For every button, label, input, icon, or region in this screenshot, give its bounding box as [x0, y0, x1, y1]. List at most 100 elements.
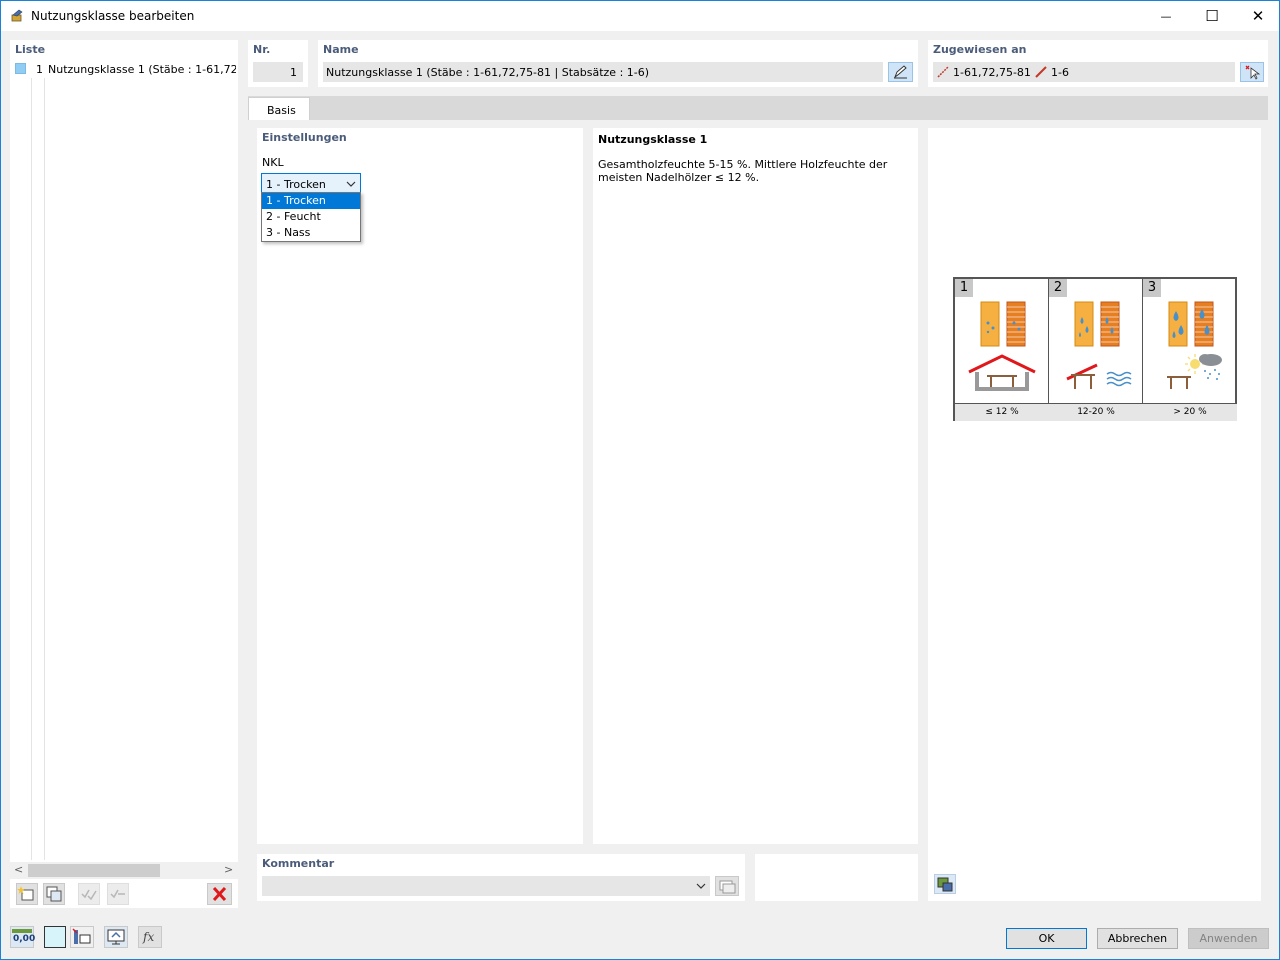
check-icon [81, 889, 97, 901]
comment-library-icon [719, 880, 736, 894]
delete-button[interactable] [207, 883, 232, 905]
assigned-field[interactable]: 1-61,72,75-81 1-6 [933, 62, 1235, 82]
color-button[interactable] [44, 926, 66, 948]
nr-panel: Nr. 1 [248, 40, 308, 87]
figure-options-button[interactable] [934, 874, 956, 894]
horizontal-scrollbar[interactable]: < > [10, 862, 238, 879]
service-class-figure: 1 ≤ 12 % 2 12-20 % 3 > 20 % [953, 277, 1237, 421]
list-item[interactable]: 1 Nutzungsklasse 1 (Stäbe : 1-61,72,75- [12, 61, 236, 78]
assigned-member-sets: 1-6 [1051, 66, 1069, 79]
copy-item-button[interactable] [43, 883, 65, 905]
member-set-icon [1035, 66, 1047, 78]
comment-library-button[interactable] [715, 876, 739, 896]
tree-line [44, 78, 45, 860]
close-icon: ✕ [1251, 7, 1265, 25]
comment-input[interactable] [262, 876, 710, 896]
function-button[interactable]: fx [138, 926, 162, 948]
nkl-label: NKL [262, 156, 284, 169]
apply-button[interactable]: Anwenden [1188, 928, 1269, 949]
list-header: Liste [15, 43, 46, 56]
info-panel: Nutzungsklasse 1 Gesamtholzfeuchte 5-15 … [593, 128, 918, 844]
apply-label: Anwenden [1199, 932, 1258, 945]
tab-basis[interactable]: Basis [248, 97, 310, 121]
humid-covered-illustration [1066, 301, 1132, 389]
panel-3-label: > 20 % [1143, 403, 1237, 421]
list-item-label: Nutzungsklasse 1 (Stäbe : 1-61,72,75- [48, 63, 236, 76]
nr-value: 1 [290, 66, 297, 79]
nkl-select[interactable]: 1 - Trocken [261, 173, 361, 193]
name-header: Name [323, 43, 359, 56]
minimize-button[interactable]: — [1143, 1, 1189, 31]
select-in-graphic-button[interactable] [1240, 62, 1264, 82]
monitor-view-icon [107, 929, 125, 945]
scroll-right-icon[interactable]: > [224, 863, 233, 876]
cancel-button[interactable]: Abbrechen [1097, 928, 1178, 949]
app-icon [11, 9, 23, 22]
title-bar: Nutzungsklasse bearbeiten — ☐ ✕ [0, 0, 1280, 31]
nkl-option-1[interactable]: 1 - Trocken [262, 193, 360, 209]
info-text: Gesamtholzfeuchte 5-15 %. Mittlere Holzf… [598, 158, 888, 184]
uncheck-button[interactable] [107, 883, 129, 905]
nkl-option-3[interactable]: 3 - Nass [262, 225, 360, 241]
wet-outdoor-illustration [1167, 301, 1222, 389]
panel-2-label: 12-20 % [1049, 403, 1143, 421]
units-text: 0,00 [13, 934, 36, 944]
figure-panel: 1 ≤ 12 % 2 12-20 % 3 > 20 % [928, 128, 1261, 901]
settings-header: Einstellungen [262, 131, 347, 144]
assigned-header: Zugewiesen an [933, 43, 1027, 56]
new-item-button[interactable] [16, 883, 38, 905]
view-button[interactable] [104, 926, 128, 948]
comment-panel: Kommentar [257, 854, 745, 901]
cancel-label: Abbrechen [1107, 932, 1168, 945]
picture-options-icon [937, 877, 953, 892]
name-value: Nutzungsklasse 1 (Stäbe : 1-61,72,75-81 … [326, 66, 650, 79]
nkl-selected-value: 1 - Trocken [266, 178, 326, 191]
assigned-members: 1-61,72,75-81 [953, 66, 1031, 79]
function-icon: fx [143, 930, 155, 944]
edit-name-button[interactable] [888, 62, 913, 82]
check-all-button[interactable] [78, 883, 100, 905]
color-swatch-icon [15, 63, 26, 74]
scroll-left-icon[interactable]: < [14, 863, 23, 876]
minimize-icon: — [1160, 9, 1172, 23]
nr-header: Nr. [253, 43, 271, 56]
info-title: Nutzungsklasse 1 [598, 133, 708, 146]
chevron-down-icon [346, 181, 356, 187]
tab-basis-label: Basis [267, 104, 296, 117]
figure-panel-2: 2 12-20 % [1049, 279, 1143, 421]
member-icon [937, 66, 949, 78]
tree-line [31, 78, 32, 860]
nkl-dropdown-list: 1 - Trocken 2 - Feucht 3 - Nass [261, 192, 361, 242]
ok-button[interactable]: OK [1006, 928, 1087, 949]
pick-cursor-icon [1245, 65, 1261, 80]
assigned-panel: Zugewiesen an 1-61,72,75-81 1-6 [928, 40, 1268, 87]
nkl-option-2[interactable]: 2 - Feucht [262, 209, 360, 225]
display-properties-button[interactable] [70, 926, 94, 948]
edit-pencil-icon [893, 65, 907, 79]
settings-panel: Einstellungen NKL 1 - Trocken 1 - Trocke… [257, 128, 583, 844]
ok-label: OK [1038, 932, 1055, 945]
list-item-number: 1 [36, 63, 43, 76]
scrollbar-thumb[interactable] [28, 864, 160, 877]
nr-field[interactable]: 1 [253, 62, 303, 82]
new-item-icon [17, 886, 34, 901]
maximize-button[interactable]: ☐ [1189, 1, 1235, 31]
copy-icon [46, 886, 62, 902]
comment-extra-panel [755, 854, 918, 901]
delete-icon [212, 886, 227, 902]
maximize-icon: ☐ [1205, 7, 1219, 25]
comment-header: Kommentar [262, 857, 335, 870]
units-button[interactable]: 0,00 [10, 926, 36, 948]
list-panel: Liste 1 Nutzungsklasse 1 (Stäbe : 1-61,7… [10, 40, 238, 908]
dry-indoor-illustration [968, 301, 1036, 391]
panel-1-label: ≤ 12 % [955, 403, 1049, 421]
figure-panel-1: 1 ≤ 12 % [955, 279, 1049, 421]
chevron-down-icon [696, 883, 706, 889]
figure-panel-3: 3 > 20 % [1143, 279, 1237, 421]
close-button[interactable]: ✕ [1235, 1, 1280, 31]
uncheck-icon [110, 889, 125, 899]
name-field[interactable]: Nutzungsklasse 1 (Stäbe : 1-61,72,75-81 … [323, 62, 883, 82]
display-properties-icon [72, 928, 91, 944]
name-panel: Name Nutzungsklasse 1 (Stäbe : 1-61,72,7… [318, 40, 918, 87]
window-title: Nutzungsklasse bearbeiten [31, 9, 195, 23]
